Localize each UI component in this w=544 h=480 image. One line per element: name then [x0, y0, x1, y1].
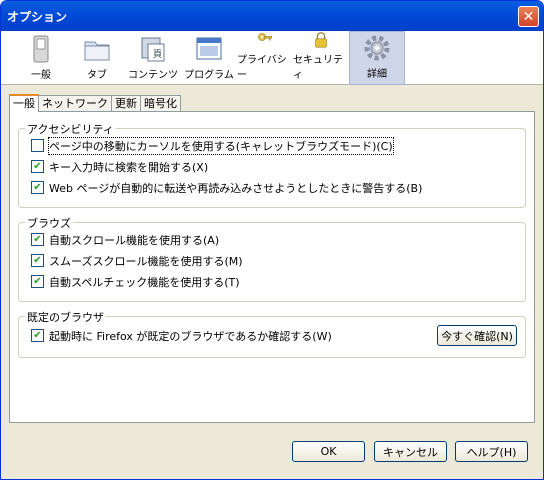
title-bar: オプション ✕	[1, 1, 543, 31]
toolbar-item-security[interactable]: セキュリティ	[293, 31, 349, 85]
options-toolbar: 一般 タブ 頁 コンテンツ プログラム プライバシー セキュリティ 詳細	[1, 31, 543, 85]
window-icon	[196, 37, 222, 60]
group-label: ブラウズ	[25, 215, 73, 231]
svg-text:頁: 頁	[153, 49, 162, 60]
tab-strip: 一般 ネットワーク 更新 暗号化	[9, 93, 535, 112]
search-on-type-option[interactable]: ✔ キー入力時に検索を開始する(X)	[19, 156, 525, 177]
toolbar-item-general[interactable]: 一般	[13, 31, 69, 85]
toolbar-item-advanced[interactable]: 詳細	[349, 31, 405, 85]
checkbox[interactable]: ✔	[31, 254, 44, 267]
advanced-pane: 一般 ネットワーク 更新 暗号化 アクセシビリティ ページ中の移動にカーソルを使…	[9, 93, 535, 423]
tab-network[interactable]: ネットワーク	[38, 95, 112, 111]
toolbar-item-content[interactable]: 頁 コンテンツ	[125, 31, 181, 85]
lock-icon	[315, 32, 327, 48]
tab-encryption[interactable]: 暗号化	[140, 95, 181, 111]
check-default-option[interactable]: ✔ 起動時に Firefox が既定のブラウザであるか確認する(W)	[31, 328, 332, 344]
help-button[interactable]: ヘルプ(H)	[455, 441, 528, 462]
default-browser-row: ✔ 起動時に Firefox が既定のブラウザであるか確認する(W) 今すぐ確認…	[19, 325, 525, 346]
toolbar-item-tabs[interactable]: タブ	[69, 31, 125, 85]
ok-button[interactable]: OK	[292, 441, 365, 462]
tab-general[interactable]: 一般	[9, 94, 39, 112]
autoscroll-option[interactable]: ✔ 自動スクロール機能を使用する(A)	[19, 229, 525, 250]
checkbox[interactable]: ✔	[31, 233, 44, 246]
checkbox[interactable]: ✔	[31, 275, 44, 288]
group-accessibility: アクセシビリティ ページ中の移動にカーソルを使用する(キャレットブラウズモード)…	[18, 121, 526, 208]
dialog-footer: OK キャンセル ヘルプ(H)	[1, 441, 543, 471]
group-default-browser: 既定のブラウザ ✔ 起動時に Firefox が既定のブラウザであるか確認する(…	[18, 309, 526, 358]
close-button[interactable]: ✕	[518, 6, 539, 27]
switch-icon	[33, 35, 49, 63]
group-label: アクセシビリティ	[25, 121, 116, 137]
checkbox[interactable]: ✔	[31, 329, 44, 342]
checkbox[interactable]	[31, 139, 44, 152]
check-now-button[interactable]: 今すぐ確認(N)	[437, 325, 517, 346]
group-label: 既定のブラウザ	[25, 309, 106, 325]
group-browsing: ブラウズ ✔ 自動スクロール機能を使用する(A) ✔ スムーズスクロール機能を使…	[18, 215, 526, 302]
window-title: オプション	[7, 9, 68, 24]
cancel-button[interactable]: キャンセル	[374, 441, 447, 462]
key-icon	[258, 33, 272, 41]
warn-redirect-option[interactable]: ✔ Web ページが自動的に転送や再読み込みさせようとしたときに警告する(B)	[19, 177, 525, 198]
smooth-scroll-option[interactable]: ✔ スムーズスクロール機能を使用する(M)	[19, 250, 525, 271]
caret-browsing-option[interactable]: ページ中の移動にカーソルを使用する(キャレットブラウズモード)(C)	[19, 135, 525, 156]
options-window: オプション ✕ 一般 タブ 頁 コンテンツ プログラム プライバシー セキュリテ…	[0, 0, 544, 480]
document-icon: 頁	[141, 37, 165, 62]
gear-icon	[364, 35, 390, 61]
spellcheck-option[interactable]: ✔ 自動スペルチェック機能を使用する(T)	[19, 271, 525, 292]
toolbar-item-programs[interactable]: プログラム	[181, 31, 237, 85]
checkbox[interactable]: ✔	[31, 160, 44, 173]
tab-panel-general: アクセシビリティ ページ中の移動にカーソルを使用する(キャレットブラウズモード)…	[9, 111, 535, 423]
close-icon: ✕	[522, 8, 535, 25]
folder-icon	[84, 41, 110, 61]
tab-update[interactable]: 更新	[111, 95, 141, 111]
toolbar-item-privacy[interactable]: プライバシー	[237, 31, 293, 85]
checkbox[interactable]: ✔	[31, 181, 44, 194]
